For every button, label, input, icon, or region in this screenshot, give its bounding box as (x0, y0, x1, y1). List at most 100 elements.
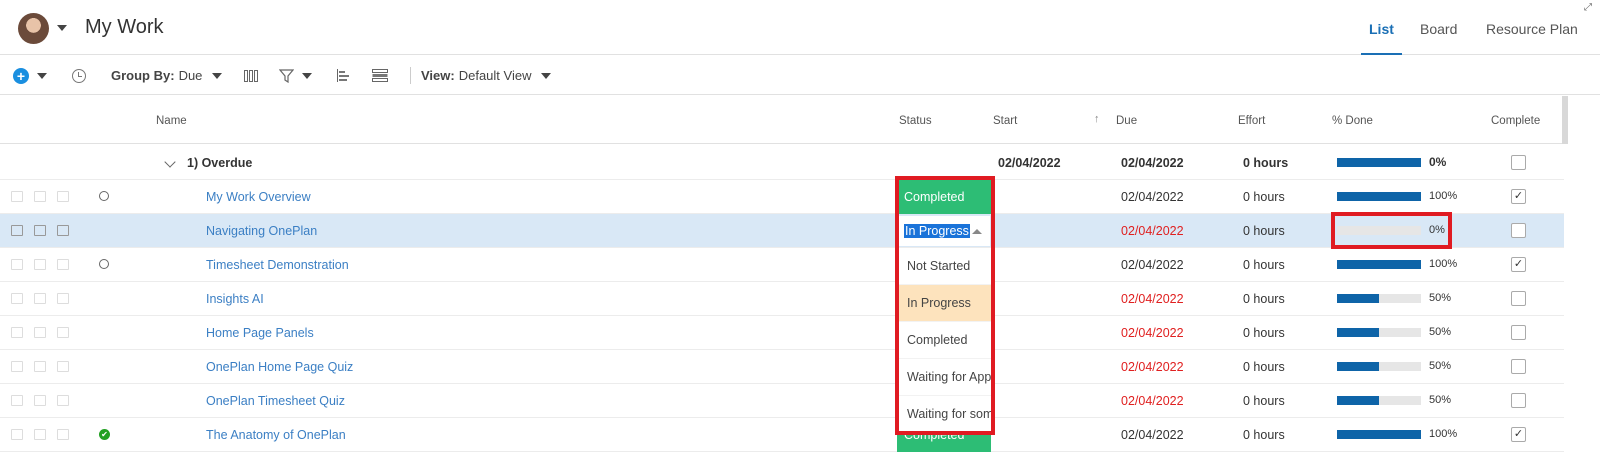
board-icon[interactable] (57, 293, 69, 304)
avatar-menu-caret-icon[interactable] (57, 25, 67, 31)
details-icon[interactable] (11, 429, 23, 440)
complete-checkbox[interactable] (1511, 325, 1526, 340)
task-name-link[interactable]: Navigating OnePlan (206, 214, 317, 248)
task-name-link[interactable]: The Anatomy of OnePlan (206, 418, 346, 452)
group-complete-checkbox[interactable] (1511, 155, 1526, 170)
group-progress-bar (1337, 158, 1421, 167)
app-header: My Work List Board Resource Plan ⤢ (0, 0, 1600, 55)
task-name-link[interactable]: OnePlan Home Page Quiz (206, 350, 353, 384)
complete-checkbox[interactable] (1511, 393, 1526, 408)
column-header-percent-done[interactable]: % Done (1332, 115, 1373, 127)
complete-checkbox[interactable]: ✓ (1511, 189, 1526, 204)
toolbar-divider (410, 67, 411, 84)
group-row-overdue[interactable]: 1) Overdue 02/04/2022 02/04/2022 0 hours… (0, 146, 1564, 180)
add-button[interactable]: + (13, 56, 47, 95)
effort: 0 hours (1243, 326, 1285, 340)
avatar[interactable] (18, 13, 49, 44)
chevron-down-icon (302, 72, 312, 79)
column-header-name[interactable]: Name (156, 115, 187, 127)
table-row[interactable]: Home Page Panels 02/04/2022 0 hours 50% (0, 316, 1564, 350)
expand-icon[interactable]: ⤢ (1584, 2, 1592, 13)
details-icon[interactable] (11, 395, 23, 406)
group-by-dropdown[interactable]: Group By: Due (111, 56, 223, 95)
chevron-down-icon (212, 72, 223, 79)
board-icon[interactable] (57, 225, 69, 236)
comment-icon[interactable] (34, 225, 46, 236)
board-icon[interactable] (57, 395, 69, 406)
table-row[interactable]: Navigating OnePlan In Progress 02/04/2022 0… (0, 214, 1564, 248)
task-name-link[interactable]: Insights AI (206, 282, 264, 316)
chevron-down-icon[interactable] (164, 156, 176, 168)
columns-button[interactable] (244, 56, 258, 95)
effort: 0 hours (1243, 428, 1285, 442)
table-row[interactable]: OnePlan Home Page Quiz 02/04/2022 0 hours 5… (0, 350, 1564, 384)
board-icon[interactable] (57, 259, 69, 270)
effort: 0 hours (1243, 360, 1285, 374)
table-row[interactable]: My Work Overview Completed 02/04/2022 0 hou… (0, 180, 1564, 214)
group-by-label: Group By: (111, 68, 175, 83)
board-icon[interactable] (57, 327, 69, 338)
tab-board[interactable]: Board (1420, 0, 1457, 55)
gantt-button[interactable] (337, 56, 350, 95)
board-icon[interactable] (57, 429, 69, 440)
details-icon[interactable] (11, 361, 23, 372)
vertical-scrollbar[interactable] (1562, 96, 1568, 144)
effort: 0 hours (1243, 292, 1285, 306)
comment-icon[interactable] (34, 293, 46, 304)
details-icon[interactable] (11, 225, 23, 236)
task-name-link[interactable]: Home Page Panels (206, 316, 314, 350)
group-due: 02/04/2022 (1121, 156, 1184, 170)
progress-bar (1337, 430, 1421, 439)
details-icon[interactable] (11, 327, 23, 338)
column-header-start[interactable]: Start (993, 115, 1017, 127)
column-header-due[interactable]: Due (1116, 115, 1137, 127)
comment-icon[interactable] (34, 191, 46, 202)
layout-button[interactable] (372, 56, 388, 95)
complete-checkbox[interactable]: ✓ (1511, 427, 1526, 442)
comment-icon[interactable] (34, 259, 46, 270)
task-name-link[interactable]: Timesheet Demonstration (206, 248, 349, 282)
comment-icon[interactable] (34, 429, 46, 440)
progress-fill (1337, 362, 1379, 371)
view-dropdown[interactable]: View: Default View (421, 56, 552, 95)
group-label: 1) Overdue (187, 156, 253, 170)
comment-icon[interactable] (34, 395, 46, 406)
board-icon[interactable] (57, 191, 69, 202)
progress-bar (1337, 192, 1421, 201)
tab-list[interactable]: List (1361, 0, 1402, 55)
history-button[interactable] (72, 56, 86, 95)
column-header-effort[interactable]: Effort (1238, 115, 1265, 127)
complete-checkbox[interactable] (1511, 359, 1526, 374)
table-row[interactable]: OnePlan Timesheet Quiz 02/04/2022 0 hours 5… (0, 384, 1564, 418)
progress-bar (1337, 260, 1421, 269)
details-icon[interactable] (11, 259, 23, 270)
task-name-link[interactable]: My Work Overview (206, 180, 311, 214)
chevron-down-icon (541, 72, 552, 79)
tab-resource-plan[interactable]: Resource Plan (1486, 0, 1578, 55)
percent-done: 50% (1429, 292, 1452, 304)
board-icon[interactable] (57, 361, 69, 372)
due-date: 02/04/2022 (1121, 394, 1184, 408)
comment-icon[interactable] (34, 361, 46, 372)
progress-bar (1337, 396, 1421, 405)
complete-checkbox[interactable] (1511, 223, 1526, 238)
sort-ascending-icon: ↑ (1094, 113, 1100, 125)
details-icon[interactable] (11, 293, 23, 304)
table-row[interactable]: Insights AI 02/04/2022 0 hours 50% (0, 282, 1564, 316)
group-effort: 0 hours (1243, 156, 1289, 170)
filter-button[interactable] (279, 56, 312, 95)
group-start: 02/04/2022 (998, 156, 1061, 170)
details-icon[interactable] (11, 191, 23, 202)
complete-checkbox[interactable] (1511, 291, 1526, 306)
comment-icon[interactable] (34, 327, 46, 338)
progress-fill (1337, 158, 1421, 167)
due-date: 02/04/2022 (1121, 292, 1184, 306)
task-name-link[interactable]: OnePlan Timesheet Quiz (206, 384, 345, 418)
column-header-complete[interactable]: Complete (1491, 115, 1540, 127)
table-row[interactable]: Timesheet Demonstration 02/04/2022 0 hours… (0, 248, 1564, 282)
progress-fill (1337, 430, 1421, 439)
table-row[interactable]: ✔ The Anatomy of OnePlan Completed 02/04/20… (0, 418, 1564, 452)
complete-checkbox[interactable]: ✓ (1511, 257, 1526, 272)
progress-fill (1337, 294, 1379, 303)
column-header-status[interactable]: Status (899, 115, 932, 127)
